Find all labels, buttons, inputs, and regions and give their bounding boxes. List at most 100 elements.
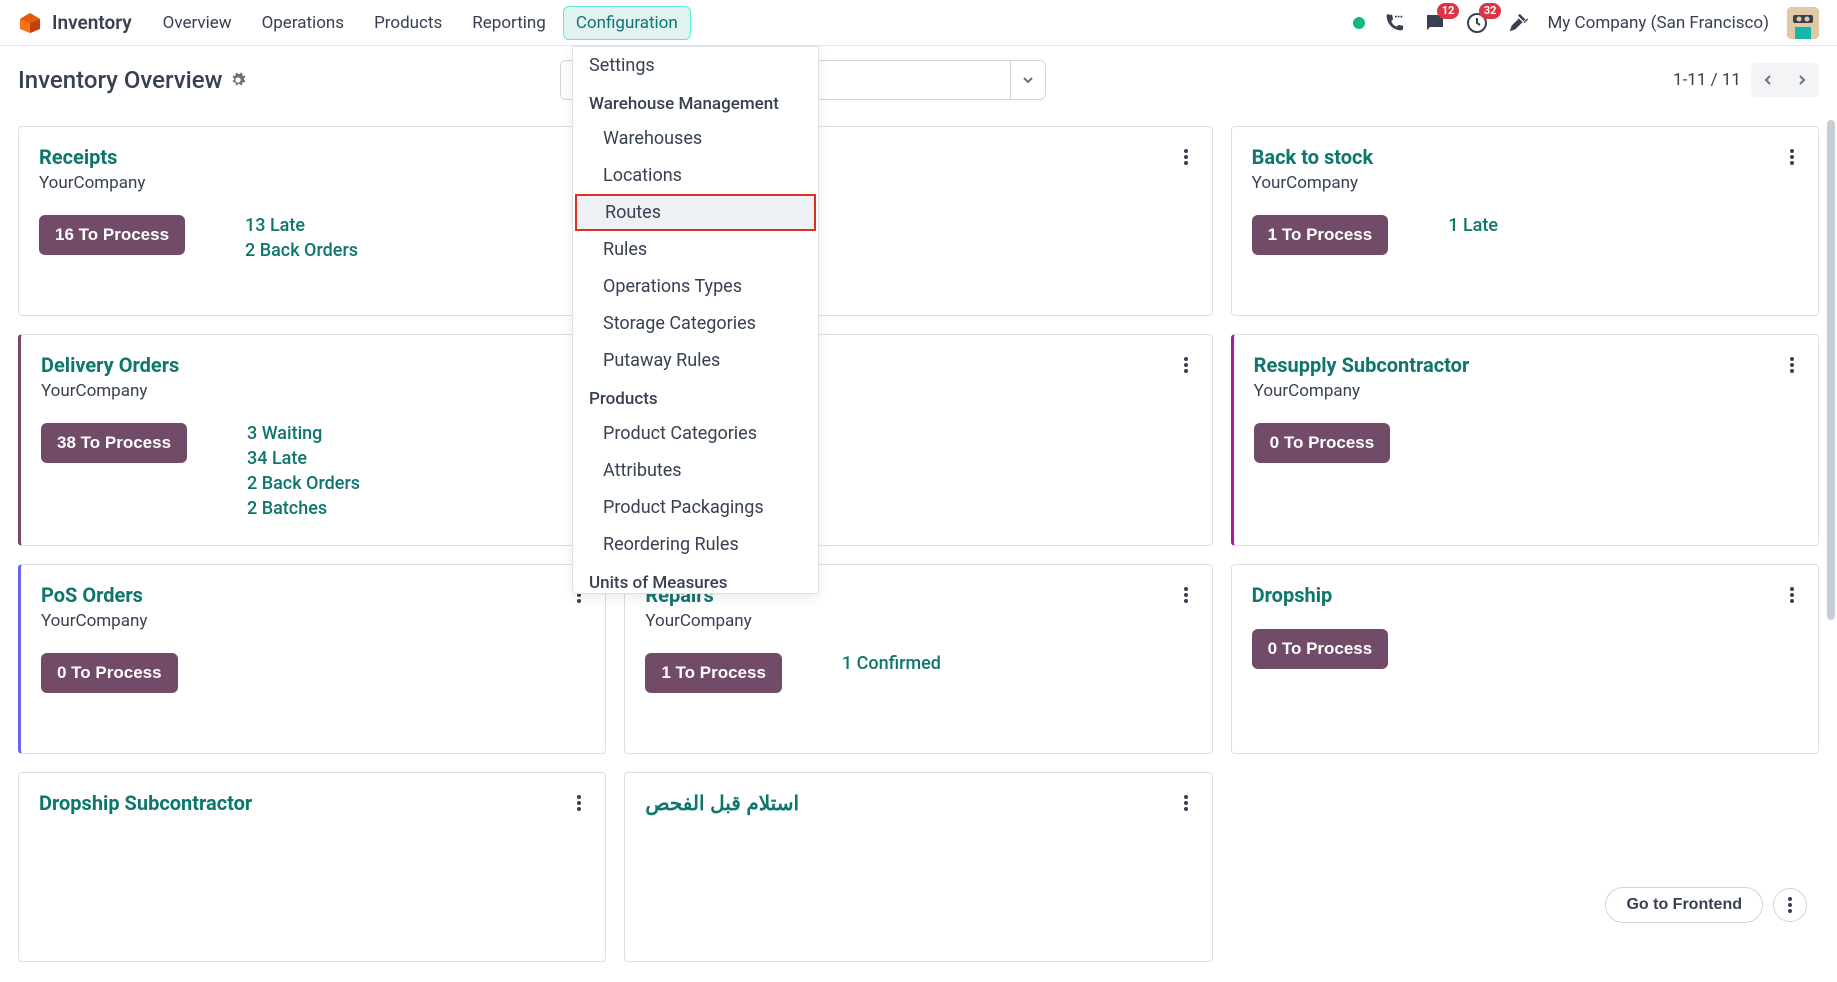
card-subtitle: YourCompany: [39, 173, 145, 193]
operation-card: استلام قبل الفحص: [624, 772, 1212, 962]
dd-item-routes[interactable]: Routes: [575, 194, 816, 231]
card-menu-button[interactable]: [1786, 583, 1798, 607]
card-stat[interactable]: 1 Late: [1448, 215, 1498, 236]
card-menu-button[interactable]: [573, 791, 585, 815]
card-title[interactable]: Dropship: [1252, 583, 1333, 607]
card-menu-button[interactable]: [1180, 791, 1192, 815]
dd-item-rules[interactable]: Rules: [573, 231, 818, 268]
dd-item-attributes[interactable]: Attributes: [573, 452, 818, 489]
card-subtitle: YourCompany: [645, 611, 751, 631]
kebab-icon: [1790, 587, 1794, 603]
kebab-icon: [1790, 357, 1794, 373]
page-title-text: Inventory Overview: [18, 66, 222, 94]
card-menu-button[interactable]: [1180, 145, 1192, 169]
nav-item-reporting[interactable]: Reporting: [459, 6, 559, 40]
app-title[interactable]: Inventory: [52, 11, 132, 34]
to-process-button[interactable]: 0 To Process: [41, 653, 178, 693]
operation-card: Dropship Subcontractor: [18, 772, 606, 962]
dd-item-operations-types[interactable]: Operations Types: [573, 268, 818, 305]
card-title[interactable]: Dropship Subcontractor: [39, 791, 252, 815]
operation-card: Dropship 0 To Process: [1231, 564, 1819, 754]
dd-item-settings[interactable]: Settings: [573, 47, 818, 84]
card-subtitle: YourCompany: [1254, 381, 1470, 401]
dd-header-products: Products: [573, 379, 818, 415]
pager-text[interactable]: 1-11 / 11: [1673, 70, 1741, 90]
dd-item-product-packagings[interactable]: Product Packagings: [573, 489, 818, 526]
nav-right: 12 32 My Company (San Francisco): [1353, 7, 1819, 39]
card-subtitle: YourCompany: [41, 611, 147, 631]
kebab-icon: [577, 795, 581, 811]
nav-item-operations[interactable]: Operations: [249, 6, 358, 40]
card-stat[interactable]: 1 Confirmed: [842, 653, 941, 674]
card-stat[interactable]: 13 Late: [245, 215, 358, 236]
chevron-left-icon: [1762, 74, 1774, 86]
card-title[interactable]: استلام قبل الفحص: [645, 791, 799, 816]
app-logo-icon: [18, 11, 42, 35]
avatar[interactable]: [1787, 7, 1819, 39]
operation-card: Resupply Subcontractor YourCompany 0 To …: [1231, 334, 1819, 546]
gear-icon[interactable]: [230, 72, 246, 88]
nav-item-configuration[interactable]: Configuration: [563, 6, 691, 40]
card-stat[interactable]: 2 Batches: [247, 498, 360, 519]
card-subtitle: YourCompany: [1252, 173, 1373, 193]
to-process-button[interactable]: 1 To Process: [1252, 215, 1389, 255]
card-menu-button[interactable]: [1180, 583, 1192, 607]
card-title[interactable]: PoS Orders: [41, 583, 147, 607]
operation-card: Delivery Orders YourCompany 38 To Proces…: [18, 334, 606, 546]
kebab-icon: [1184, 587, 1188, 603]
configuration-dropdown: Settings Warehouse Management Warehouses…: [572, 46, 819, 594]
debug-icon[interactable]: [1507, 12, 1529, 34]
page-title: Inventory Overview: [18, 66, 246, 94]
card-stats: 1 Confirmed: [842, 653, 941, 674]
company-name[interactable]: My Company (San Francisco): [1547, 13, 1769, 33]
dd-item-storage-categories[interactable]: Storage Categories: [573, 305, 818, 342]
top-nav: Inventory Overview Operations Products R…: [0, 0, 1837, 46]
to-process-button[interactable]: 1 To Process: [645, 653, 782, 693]
pager-prev-button[interactable]: [1751, 63, 1785, 97]
go-to-frontend-button[interactable]: Go to Frontend: [1605, 887, 1763, 923]
card-stats: 3 Waiting 34 Late 2 Back Orders 2 Batches: [247, 423, 360, 519]
dd-item-reordering-rules[interactable]: Reordering Rules: [573, 526, 818, 563]
dd-header-warehouse: Warehouse Management: [573, 84, 818, 120]
kanban-grid: Receipts YourCompany 16 To Process 13 La…: [0, 106, 1837, 982]
dd-item-warehouses[interactable]: Warehouses: [573, 120, 818, 157]
card-menu-button[interactable]: [1786, 353, 1798, 377]
kebab-icon: [1790, 149, 1794, 165]
dd-item-product-categories[interactable]: Product Categories: [573, 415, 818, 452]
voip-icon[interactable]: [1383, 12, 1405, 34]
card-stat[interactable]: 2 Back Orders: [247, 473, 360, 494]
dd-item-locations[interactable]: Locations: [573, 157, 818, 194]
nav-items: Overview Operations Products Reporting C…: [150, 6, 691, 40]
card-title[interactable]: Back to stock: [1252, 145, 1373, 169]
to-process-button[interactable]: 0 To Process: [1254, 423, 1391, 463]
card-menu-button[interactable]: [1180, 353, 1192, 377]
kebab-icon: [1184, 357, 1188, 373]
operation-card: PoS Orders YourCompany 0 To Process: [18, 564, 606, 754]
pager: 1-11 / 11: [1673, 63, 1819, 97]
to-process-button[interactable]: 38 To Process: [41, 423, 187, 463]
nav-item-products[interactable]: Products: [361, 6, 455, 40]
chevron-right-icon: [1796, 74, 1808, 86]
to-process-button[interactable]: 16 To Process: [39, 215, 185, 255]
card-title[interactable]: Receipts: [39, 145, 145, 169]
nav-item-overview[interactable]: Overview: [150, 6, 245, 40]
activities-badge: 32: [1479, 3, 1502, 19]
card-menu-button[interactable]: [1786, 145, 1798, 169]
search-dropdown-toggle[interactable]: [1010, 60, 1046, 100]
activities-icon[interactable]: 32: [1465, 11, 1489, 35]
card-title[interactable]: Resupply Subcontractor: [1254, 353, 1470, 377]
card-stat[interactable]: 2 Back Orders: [245, 240, 358, 261]
messages-badge: 12: [1437, 3, 1460, 19]
operation-card: Back to stock YourCompany 1 To Process 1…: [1231, 126, 1819, 316]
pager-next-button[interactable]: [1785, 63, 1819, 97]
card-stat[interactable]: 34 Late: [247, 448, 360, 469]
frontend-menu-button[interactable]: [1773, 888, 1807, 922]
status-dot-icon: [1353, 17, 1365, 29]
page-scrollbar[interactable]: [1823, 120, 1837, 920]
card-title[interactable]: Delivery Orders: [41, 353, 179, 377]
messages-icon[interactable]: 12: [1423, 11, 1447, 35]
kebab-icon: [1184, 795, 1188, 811]
to-process-button[interactable]: 0 To Process: [1252, 629, 1389, 669]
dd-item-putaway-rules[interactable]: Putaway Rules: [573, 342, 818, 379]
card-stat[interactable]: 3 Waiting: [247, 423, 360, 444]
